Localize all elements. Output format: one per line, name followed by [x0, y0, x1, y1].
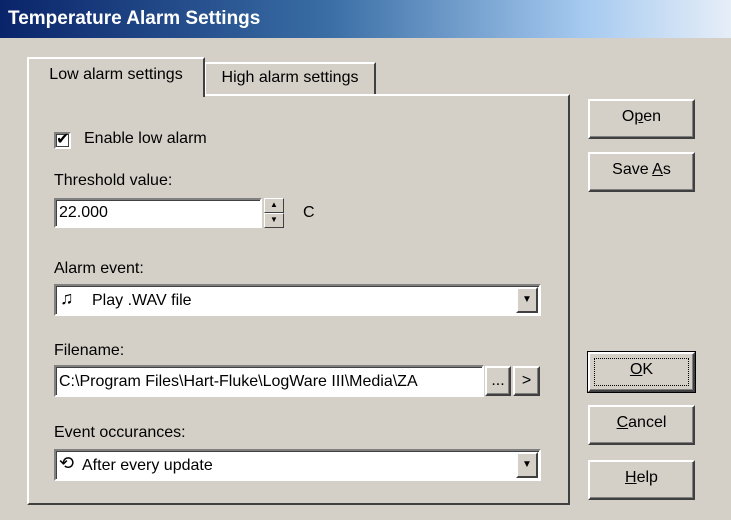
help-button-label: Help — [625, 469, 658, 486]
browse-button-label: ... — [491, 372, 505, 389]
filename-input-field[interactable] — [54, 365, 484, 397]
threshold-unit: C — [303, 204, 315, 221]
threshold-input[interactable] — [56, 200, 260, 226]
music-note-icon: ♫ — [60, 288, 74, 308]
tab-label: Low alarm settings — [49, 66, 183, 83]
browse-button[interactable]: ... — [485, 366, 511, 396]
event-occurrences-dropdown-button[interactable]: ▼ — [516, 452, 538, 478]
cancel-button[interactable]: Cancel — [588, 405, 695, 445]
spin-down-icon: ▼ — [270, 215, 278, 224]
spin-up-icon: ▲ — [270, 200, 278, 209]
filename-label: Filename: — [54, 342, 125, 359]
save-as-label-post: s — [662, 161, 671, 178]
chevron-down-icon: ▼ — [522, 459, 532, 470]
help-label-accel: H — [625, 469, 637, 486]
help-label-post: elp — [636, 469, 658, 486]
event-occurrences-value: After every update — [82, 457, 213, 474]
save-as-button[interactable]: Save As — [588, 152, 695, 192]
cancel-button-label: Cancel — [617, 414, 667, 431]
filename-input[interactable] — [56, 367, 482, 395]
title-bar[interactable]: Temperature Alarm Settings — [0, 0, 731, 38]
cancel-label-accel: C — [616, 414, 629, 431]
ok-button[interactable]: OK — [587, 351, 696, 393]
tab-low-alarm-settings[interactable]: Low alarm settings — [27, 57, 205, 97]
open-button[interactable]: Open — [588, 99, 695, 139]
threshold-spin-down-button[interactable]: ▼ — [264, 213, 284, 228]
alarm-event-value: Play .WAV file — [92, 292, 192, 309]
threshold-spin-up-button[interactable]: ▲ — [264, 198, 284, 213]
next-button[interactable]: > — [513, 366, 540, 396]
open-label-pre: O — [621, 108, 635, 125]
tab-label: High alarm settings — [221, 69, 359, 86]
checkmark-icon: ✔ — [56, 131, 70, 148]
open-label-post: en — [643, 108, 662, 125]
ok-label-post: K — [642, 361, 654, 378]
open-label-accel: p — [634, 108, 644, 125]
tab-high-alarm-settings[interactable]: High alarm settings — [205, 62, 376, 96]
save-as-label-pre: Save — [612, 161, 653, 178]
event-occurrences-label: Event occurances: — [54, 424, 186, 441]
enable-low-alarm-label[interactable]: Enable low alarm — [84, 130, 207, 148]
event-occurrences-dropdown[interactable]: ⟲ After every update ▼ — [54, 449, 541, 481]
save-as-button-label: Save As — [612, 161, 671, 178]
open-button-label: Open — [622, 108, 661, 125]
cancel-label-post: ancel — [628, 414, 667, 431]
ok-button-label: OK — [630, 361, 653, 378]
window-title: Temperature Alarm Settings — [8, 8, 261, 29]
help-button[interactable]: Help — [588, 460, 695, 500]
threshold-label: Threshold value: — [54, 172, 173, 189]
next-button-label: > — [521, 372, 532, 389]
ok-label-accel: O — [629, 361, 643, 378]
repeat-icon: ⟲ — [59, 453, 75, 473]
enable-low-alarm-checkbox[interactable]: ✔ — [54, 131, 71, 149]
alarm-event-label: Alarm event: — [54, 260, 144, 277]
alarm-event-dropdown-button[interactable]: ▼ — [516, 287, 538, 313]
chevron-down-icon: ▼ — [522, 294, 532, 305]
save-as-label-accel: A — [652, 161, 663, 178]
threshold-input-field[interactable] — [54, 198, 262, 228]
alarm-event-dropdown[interactable]: ♫ Play .WAV file ▼ — [54, 284, 541, 316]
